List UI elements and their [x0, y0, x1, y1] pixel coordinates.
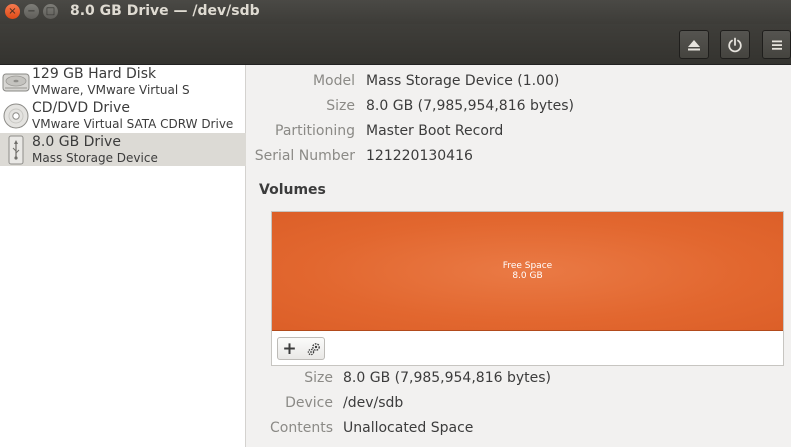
power-off-button[interactable]	[720, 30, 750, 59]
plus-icon: +	[282, 338, 297, 359]
maximize-icon: □	[45, 5, 56, 17]
drive-name: 8.0 GB Drive	[32, 134, 121, 150]
free-space-block[interactable]: Free Space 8.0 GB	[272, 212, 783, 331]
hamburger-menu-icon	[771, 40, 782, 50]
hard-disk-icon	[2, 73, 30, 92]
drive-subtitle: VMware, VMware Virtual S	[32, 83, 190, 97]
window-close-button[interactable]: ×	[5, 4, 20, 19]
partition-settings-button[interactable]	[302, 338, 325, 359]
volume-contents-label: Contents	[270, 420, 333, 436]
window-maximize-button[interactable]: □	[43, 4, 58, 19]
volume-map: Free Space 8.0 GB +	[271, 211, 784, 366]
minimize-icon: −	[27, 5, 36, 17]
model-value: Mass Storage Device (1.00)	[366, 73, 560, 89]
serial-number-value: 121220130416	[366, 148, 473, 164]
window-title: 8.0 GB Drive — /dev/sdb	[70, 3, 260, 19]
header-toolbar	[0, 24, 791, 65]
volume-device-label: Device	[285, 395, 333, 411]
free-space-label: Free Space	[502, 261, 553, 271]
drive-subtitle: Mass Storage Device	[32, 151, 158, 165]
volumes-heading: Volumes	[259, 182, 326, 198]
optical-disc-icon	[3, 103, 29, 129]
volume-device-value: /dev/sdb	[343, 395, 404, 411]
close-icon: ×	[8, 5, 17, 17]
create-partition-button[interactable]: +	[278, 338, 301, 359]
title-bar: × − □ 8.0 GB Drive — /dev/sdb	[0, 0, 791, 24]
gears-icon	[307, 342, 320, 355]
free-space-size: 8.0 GB	[512, 271, 543, 281]
window-minimize-button[interactable]: −	[24, 4, 39, 19]
drive-details-panel: Model Mass Storage Device (1.00) Size 8.…	[247, 65, 791, 447]
partitioning-value: Master Boot Record	[366, 123, 504, 139]
drive-item-usb[interactable]: 8.0 GB Drive Mass Storage Device	[0, 133, 246, 166]
partitioning-label: Partitioning	[275, 123, 355, 139]
drive-list-sidebar: 129 GB Hard Disk VMware, VMware Virtual …	[0, 65, 246, 447]
model-label: Model	[312, 73, 355, 89]
drive-subtitle: VMware Virtual SATA CDRW Drive	[32, 117, 234, 131]
volume-size-label: Size	[304, 370, 333, 386]
drive-item-cd-dvd[interactable]: CD/DVD Drive VMware Virtual SATA CDRW Dr…	[0, 99, 246, 132]
eject-icon	[688, 39, 700, 50]
drive-menu-button[interactable]	[762, 30, 791, 59]
volume-contents-value: Unallocated Space	[343, 420, 474, 436]
size-value: 8.0 GB (7,985,954,816 bytes)	[366, 98, 574, 114]
drive-name: CD/DVD Drive	[32, 100, 130, 116]
eject-button[interactable]	[679, 30, 709, 59]
size-label: Size	[326, 98, 355, 114]
drive-item-hard-disk[interactable]: 129 GB Hard Disk VMware, VMware Virtual …	[0, 65, 246, 98]
drive-name: 129 GB Hard Disk	[32, 66, 157, 82]
volume-size-value: 8.0 GB (7,985,954,816 bytes)	[343, 370, 551, 386]
serial-number-label: Serial Number	[254, 148, 355, 164]
volume-tools: +	[277, 337, 325, 360]
usb-drive-icon	[8, 135, 24, 165]
power-icon	[728, 37, 742, 52]
